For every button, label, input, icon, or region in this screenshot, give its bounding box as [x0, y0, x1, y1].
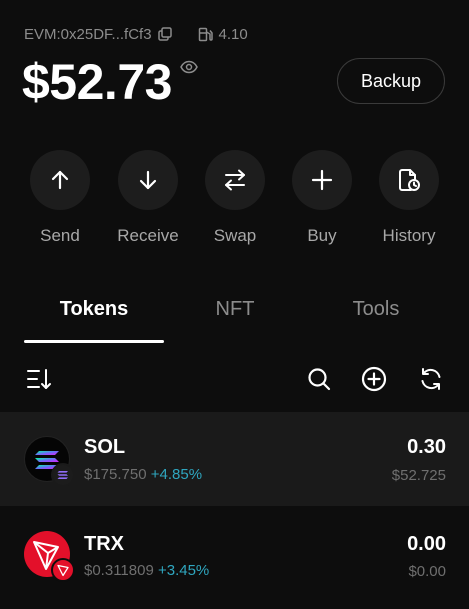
tron-chain-badge-icon	[51, 558, 75, 582]
history-label: History	[382, 226, 436, 245]
token-value: $0.00	[408, 563, 446, 580]
solana-chain-badge-icon	[51, 463, 75, 487]
buy-button[interactable]	[292, 150, 352, 210]
swap-label: Swap	[213, 226, 257, 245]
token-symbol: TRX	[84, 533, 124, 555]
active-tab-indicator	[24, 340, 164, 343]
token-price-row: $175.750 +4.85%	[84, 466, 202, 483]
search-icon[interactable]	[304, 364, 334, 394]
receive-label: Receive	[117, 226, 179, 245]
plus-icon	[311, 169, 333, 191]
backup-button[interactable]: Backup	[337, 58, 445, 104]
buy-label: Buy	[307, 226, 337, 245]
gas-pump-icon	[198, 27, 213, 42]
wallet-address-row: EVM:0x25DF...fCf3 4.10	[24, 24, 248, 44]
history-button[interactable]	[379, 150, 439, 210]
gas-balance: 4.10	[218, 25, 248, 43]
token-row-sol[interactable]: SOL $175.750 +4.85% 0.30 $52.725	[0, 412, 469, 506]
total-balance: $52.73	[22, 54, 172, 110]
token-change: +4.85%	[150, 466, 203, 483]
refresh-icon[interactable]	[416, 364, 446, 394]
arrow-up-icon	[51, 170, 69, 190]
tab-nft[interactable]: NFT	[195, 298, 275, 321]
swap-icon	[225, 169, 245, 191]
receive-button[interactable]	[118, 150, 178, 210]
balance-row: $52.73	[22, 52, 198, 112]
token-row-trx[interactable]: TRX $0.311809 +3.45% 0.00 $0.00	[0, 508, 469, 609]
eye-icon[interactable]	[180, 60, 198, 79]
token-value: $52.725	[391, 467, 446, 484]
token-symbol: SOL	[84, 436, 126, 458]
add-token-icon[interactable]	[359, 364, 389, 394]
swap-button[interactable]	[205, 150, 265, 210]
tab-tools[interactable]: Tools	[330, 298, 422, 321]
history-icon	[399, 169, 420, 191]
token-amount: 0.00	[407, 533, 446, 555]
send-label: Send	[40, 226, 80, 245]
swap-action[interactable]: Swap	[190, 150, 280, 246]
history-action[interactable]: History	[364, 150, 454, 246]
send-action[interactable]: Send	[15, 150, 105, 246]
token-change: +3.45%	[157, 562, 210, 579]
sort-icon[interactable]	[24, 364, 54, 394]
token-price: $0.311809	[84, 562, 154, 579]
token-amount: 0.30	[407, 436, 446, 458]
copy-icon[interactable]	[157, 27, 172, 41]
buy-action[interactable]: Buy	[277, 150, 367, 246]
token-price-row: $0.311809 +3.45%	[84, 562, 209, 579]
send-button[interactable]	[30, 150, 90, 210]
receive-action[interactable]: Receive	[103, 150, 193, 246]
tab-tokens[interactable]: Tokens	[24, 298, 164, 321]
token-price: $175.750	[84, 466, 147, 483]
arrow-down-icon	[139, 170, 157, 190]
wallet-address: EVM:0x25DF...fCf3	[24, 25, 152, 43]
